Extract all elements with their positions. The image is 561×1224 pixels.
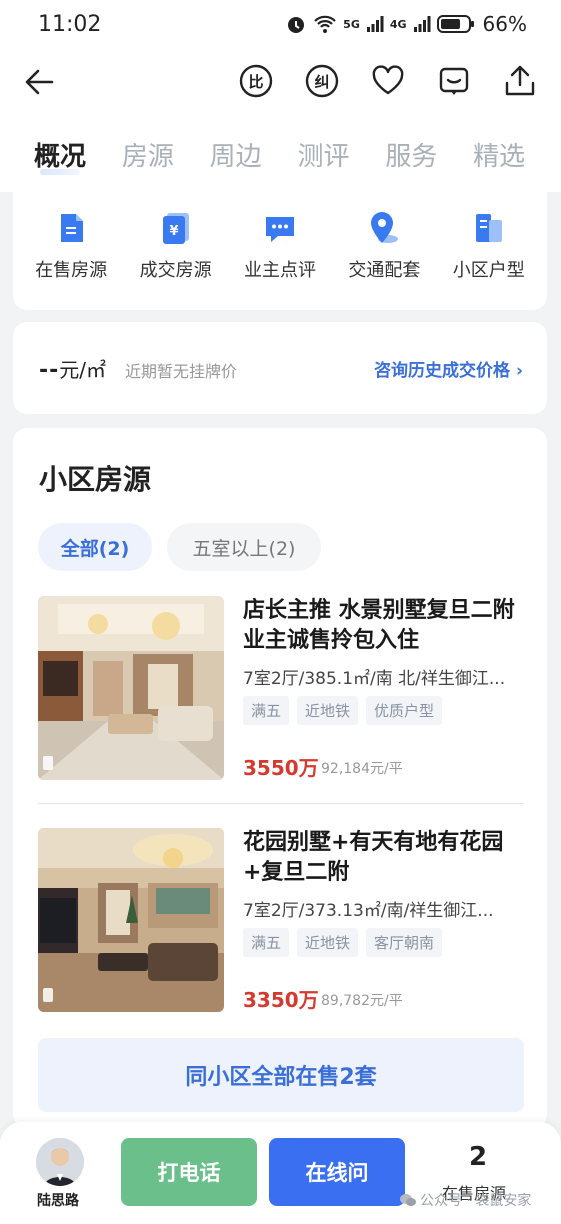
quick-entry-card: 在售房源 ¥ 成交房源 业主点评 交通配套 小区户型 <box>13 190 547 310</box>
battery-percent: 66% <box>482 12 527 36</box>
price-note: 近期暂无挂牌价 <box>125 362 238 381</box>
tab-featured[interactable]: 精选 <box>473 112 561 192</box>
yuan-icon: ¥ <box>162 213 189 244</box>
view-all-listings-button[interactable]: 同小区全部在售2套 <box>38 1038 524 1112</box>
tag: 客厅朝南 <box>366 928 443 957</box>
living-room-image <box>38 596 224 780</box>
compare-icon: 比 <box>239 64 273 98</box>
battery-icon <box>436 15 474 33</box>
svg-text:纠: 纠 <box>314 73 329 91</box>
wechat-icon <box>400 1194 416 1206</box>
price-card: --元/㎡ 近期暂无挂牌价 咨询历史成交价格 › <box>13 322 547 414</box>
floorplan-icon <box>475 214 502 242</box>
network-5g-label: 5G <box>343 17 360 31</box>
filter-chip-all[interactable]: 全部(2) <box>38 523 152 571</box>
listing-title: 花园别墅+有天有地有花园+复旦二附 <box>243 830 504 885</box>
tab-listings[interactable]: 房源 <box>122 112 210 192</box>
correction-icon: 纠 <box>305 64 339 98</box>
listing-photo <box>38 828 224 1012</box>
quick-item-label: 小区户型 <box>452 260 525 281</box>
bottom-action-bar: 陆思路 打电话 在线问 2 在售房源 公众号 · 袋鼠安家 <box>0 1122 561 1224</box>
tag: 近地铁 <box>297 928 359 957</box>
location-icon <box>371 212 399 243</box>
listing-price: 3350万 <box>243 988 319 1012</box>
tag: 近地铁 <box>297 696 359 725</box>
listing-spec: 7室2厅/373.13㎡/南/祥生御江... <box>243 901 494 921</box>
compare-button[interactable]: 比 <box>237 62 275 100</box>
quick-item-transport[interactable]: 交通配套 <box>334 190 434 310</box>
quick-item-label: 在售房源 <box>35 260 108 281</box>
listing-photo <box>38 596 224 780</box>
listing-item[interactable]: 花园别墅+有天有地有花园+复旦二附 7室2厅/373.13㎡/南/祥生御江...… <box>38 828 524 1014</box>
listing-count[interactable]: 2 <box>440 1142 516 1172</box>
quick-item-for-sale[interactable]: 在售房源 <box>21 190 121 310</box>
avatar <box>36 1138 84 1186</box>
agent-profile[interactable]: 陆思路 <box>36 1138 86 1210</box>
listing-tags: 满五 近地铁 客厅朝南 <box>243 928 443 957</box>
file-icon <box>61 214 84 242</box>
heart-icon <box>372 65 404 95</box>
call-button[interactable]: 打电话 <box>121 1138 257 1206</box>
tab-services[interactable]: 服务 <box>385 112 473 192</box>
tab-overview[interactable]: 概况 <box>34 112 122 192</box>
svg-text:¥: ¥ <box>169 224 178 239</box>
favorite-button[interactable] <box>369 62 407 100</box>
section-tabs: 概况 房源 周边 测评 服务 精选 <box>0 112 561 192</box>
status-bar: 11:02 5G 4G 66% <box>0 0 561 52</box>
tag: 满五 <box>243 928 290 957</box>
alarm-icon <box>288 17 305 33</box>
quick-item-label: 业主点评 <box>243 260 316 281</box>
average-price: --元/㎡ <box>39 354 106 383</box>
share-icon <box>505 65 535 96</box>
listing-unit-price: 89,782元/平 <box>321 993 403 1009</box>
listing-price: 3550万 <box>243 756 319 780</box>
listing-title: 店长主推 水景别墅复旦二附业主诚售拎包入住 <box>243 598 515 653</box>
svg-text:比: 比 <box>248 73 263 91</box>
system-icons: 5G 4G 66% <box>285 12 527 36</box>
network-4g-label: 4G <box>389 17 407 31</box>
quick-item-floor-plans[interactable]: 小区户型 <box>439 190 539 310</box>
wifi-icon <box>314 15 336 33</box>
living-room-image <box>38 828 224 1012</box>
top-nav-bar: 比 纠 <box>0 52 561 112</box>
tag: 满五 <box>243 696 290 725</box>
watermark: 公众号 · 袋鼠安家 <box>400 1190 531 1210</box>
online-chat-button[interactable]: 在线问 <box>269 1138 405 1206</box>
listing-spec: 7室2厅/385.1㎡/南 北/祥生御江... <box>243 669 506 689</box>
tab-reviews[interactable]: 测评 <box>297 112 385 192</box>
quick-item-label: 交通配套 <box>348 260 421 281</box>
tab-surroundings[interactable]: 周边 <box>210 112 298 192</box>
quick-item-label: 成交房源 <box>139 260 212 281</box>
message-button[interactable] <box>435 62 473 100</box>
report-error-button[interactable]: 纠 <box>303 62 341 100</box>
agent-name: 陆思路 <box>37 1193 79 1209</box>
share-button[interactable] <box>501 62 539 100</box>
watermark-text: 公众号 · 袋鼠安家 <box>420 1193 532 1209</box>
quick-item-owner-reviews[interactable]: 业主点评 <box>230 190 330 310</box>
signal-icon <box>366 16 384 32</box>
community-listings-card: 小区房源 全部(2) 五室以上(2) 店长主推 水景别墅复旦二附业主诚售拎包入住… <box>13 428 547 1128</box>
price-unit: 元/㎡ <box>59 358 107 382</box>
divider <box>38 803 524 804</box>
price-value: -- <box>39 358 60 383</box>
signal-icon <box>413 16 431 32</box>
comment-icon <box>265 217 294 242</box>
filter-chip-five-rooms[interactable]: 五室以上(2) <box>167 523 321 571</box>
tag: 优质户型 <box>366 696 443 725</box>
listing-tags: 满五 近地铁 优质户型 <box>243 696 443 725</box>
status-time: 11:02 <box>38 12 102 37</box>
history-price-link[interactable]: 咨询历史成交价格 › <box>374 356 523 381</box>
section-title: 小区房源 <box>39 463 152 496</box>
back-arrow-icon[interactable] <box>22 64 58 100</box>
listing-item[interactable]: 店长主推 水景别墅复旦二附业主诚售拎包入住 7室2厅/385.1㎡/南 北/祥生… <box>38 596 524 782</box>
chat-bubble-icon <box>439 67 469 95</box>
quick-item-sold[interactable]: ¥ 成交房源 <box>126 190 226 310</box>
listing-unit-price: 92,184元/平 <box>321 761 403 777</box>
